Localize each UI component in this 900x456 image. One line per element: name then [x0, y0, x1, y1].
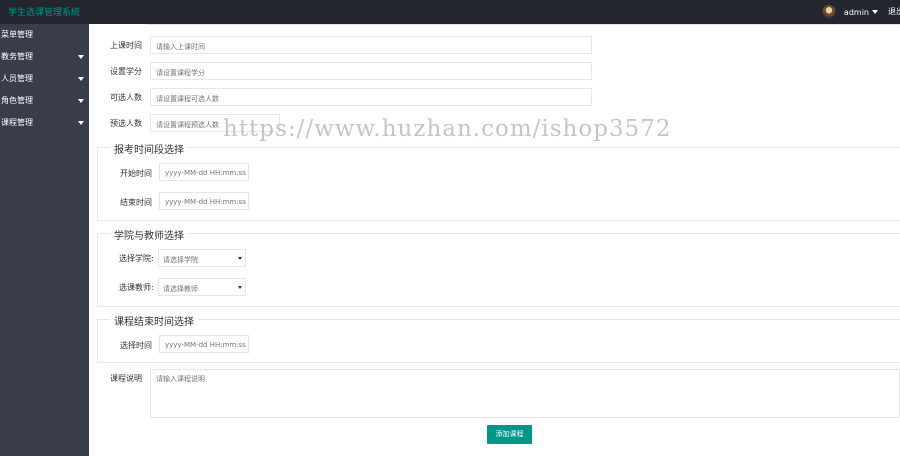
divider [146, 24, 900, 25]
college-teacher-legend: 学院与教师选择 [110, 227, 188, 242]
logout-link[interactable]: 退出 [888, 6, 900, 17]
sidebar-item-label: 课程管理 [1, 118, 33, 127]
chevron-down-icon [78, 99, 84, 103]
end-date-label: 选择时间 [120, 341, 152, 350]
sidebar: 菜单管理 教务管理 人员管理 角色管理 课程管理 [0, 24, 89, 456]
chevron-down-icon [78, 77, 84, 81]
course-end-legend: 课程结束时间选择 [110, 313, 198, 328]
chevron-down-icon [238, 286, 242, 289]
avatar[interactable] [821, 5, 836, 19]
sidebar-item-personnel[interactable]: 人员管理 [0, 68, 89, 90]
sidebar-item-roles[interactable]: 角色管理 [0, 90, 89, 112]
chevron-down-icon [78, 55, 84, 59]
teacher-select[interactable]: 请选择教师 [158, 278, 246, 296]
end-date-input[interactable]: yyyy-MM-dd HH:mm:ss [159, 335, 249, 353]
sidebar-item-courses[interactable]: 课程管理 [0, 112, 89, 134]
chevron-down-icon[interactable] [872, 10, 878, 14]
end-time-input[interactable]: yyyy-MM-dd HH:mm:ss [159, 192, 249, 210]
sidebar-item-label: 菜单管理 [1, 30, 33, 39]
course-time-input[interactable]: 请输入上课时间 [150, 36, 592, 54]
chevron-down-icon [238, 257, 242, 260]
sidebar-item-label: 人员管理 [1, 74, 33, 83]
enroll-period-legend: 报考时间段选择 [110, 141, 188, 156]
description-label: 课程说明 [110, 374, 142, 383]
app-title: 学生选课管理系统 [8, 8, 81, 18]
watermark: https://www.huzhan.com/ishop3572 [223, 116, 672, 142]
main-content: 上课时间 请输入上课时间 设置学分 请设置课程学分 可选人数 请设置课程可选人数… [89, 24, 900, 456]
user-menu[interactable]: admin [821, 3, 878, 21]
sidebar-item-label: 教务管理 [1, 52, 33, 61]
chevron-down-icon [78, 121, 84, 125]
credit-input[interactable]: 请设置课程学分 [150, 62, 592, 80]
start-time-label: 开始时间 [120, 169, 152, 178]
start-time-input[interactable]: yyyy-MM-dd HH:mm:ss [159, 163, 249, 181]
sidebar-item-menu[interactable]: 菜单管理 [0, 24, 89, 46]
course-time-label: 上课时间 [110, 41, 142, 50]
college-label: 选择学院: [119, 254, 154, 263]
capacity-input[interactable]: 请设置课程可选人数 [150, 88, 592, 106]
credit-label: 设置学分 [110, 67, 142, 76]
college-select[interactable]: 请选择学院 [158, 249, 246, 267]
sidebar-item-label: 角色管理 [1, 96, 33, 105]
reserved-label: 预选人数 [110, 119, 142, 128]
teacher-label: 选课教师: [119, 283, 154, 292]
sidebar-item-academic[interactable]: 教务管理 [0, 46, 89, 68]
username[interactable]: admin [844, 8, 869, 17]
end-time-label: 结束时间 [120, 198, 152, 207]
capacity-label: 可选人数 [110, 93, 142, 102]
description-textarea[interactable]: 请输入课程说明 [150, 369, 900, 418]
add-course-button[interactable]: 添加课程 [487, 425, 532, 444]
top-header: 学生选课管理系统 admin 退出 [0, 0, 900, 24]
